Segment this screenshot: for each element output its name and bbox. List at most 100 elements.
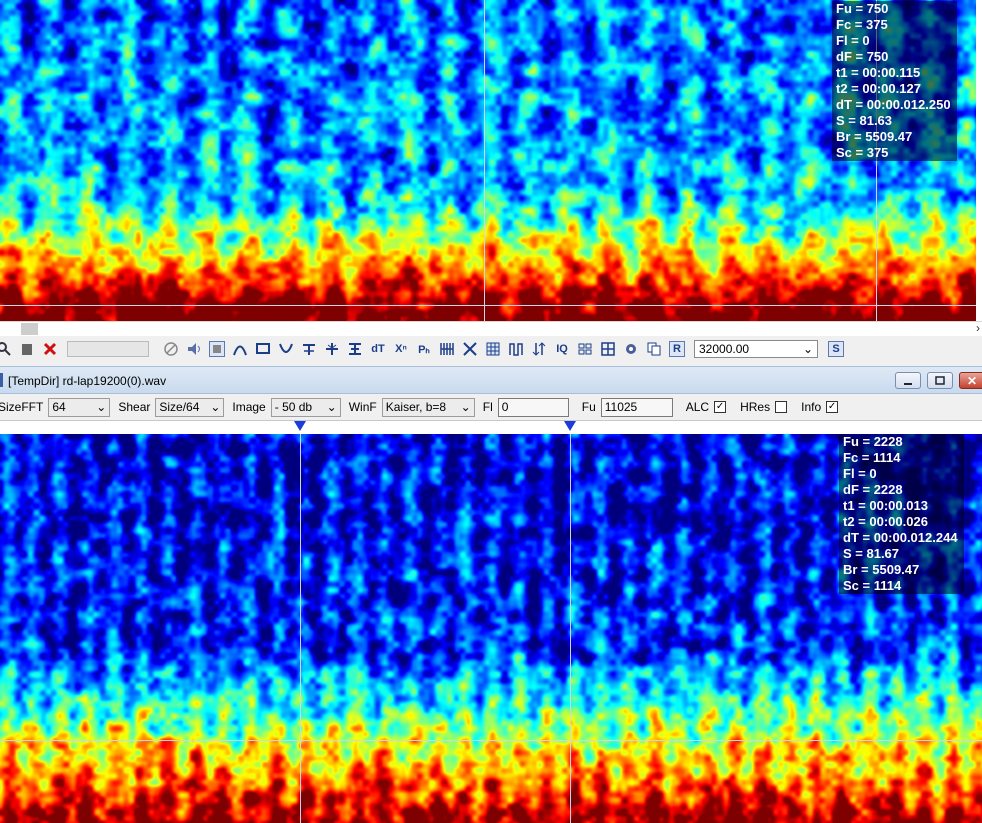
winf-value: Kaiser, b=8 — [385, 400, 447, 414]
no-icon[interactable] — [163, 341, 179, 357]
s-button[interactable]: S — [828, 341, 844, 357]
hres-checkbox[interactable] — [775, 401, 788, 413]
chevron-down-icon: ⌄ — [210, 400, 221, 414]
scrollbar-thumb[interactable] — [21, 323, 38, 335]
ph-icon[interactable]: Pₕ — [416, 341, 432, 357]
info-s: S = 81.67 — [843, 546, 900, 561]
arc-icon[interactable] — [232, 341, 248, 357]
info-label: Info — [801, 400, 822, 414]
fl-input[interactable]: 0 — [497, 397, 569, 417]
top-cursor-line-1[interactable] — [484, 0, 485, 321]
info-sc: Sc = 1114 — [843, 578, 902, 593]
alc-checkbox[interactable]: ✓ — [714, 401, 727, 413]
scroll-right-icon[interactable]: › — [976, 321, 980, 335]
info-dt: dT = 00:00.012.250 — [836, 97, 951, 112]
bottom-cursor-line-1[interactable] — [300, 434, 301, 823]
copy-icon[interactable] — [646, 341, 662, 357]
image-label: Image — [232, 400, 266, 414]
fl-label: Fl — [482, 400, 493, 414]
settings-icon[interactable] — [623, 341, 639, 357]
horizontal-scrollbar[interactable]: › — [0, 321, 982, 336]
close-button[interactable]: ✕ — [959, 372, 982, 389]
shear-label: Shear — [118, 400, 151, 414]
top-info-overlay: Fu = 750 Fc = 375 Fl = 0 dF = 750 t1 = 0… — [832, 1, 957, 161]
zoom-out-t-icon[interactable] — [324, 341, 340, 357]
info-fl: Fl = 0 — [836, 33, 870, 48]
bottom-horizontal-cursor[interactable] — [0, 740, 982, 741]
info-fc: Fc = 1114 — [843, 450, 901, 465]
chevron-down-icon: ⌄ — [96, 400, 107, 414]
fu-label: Fu — [581, 400, 596, 414]
bottom-info-overlay: Fu = 2228 Fc = 1114 Fl = 0 dF = 2228 t1 … — [839, 434, 964, 594]
info-df: dF = 750 — [836, 49, 889, 64]
shear-select[interactable]: Size/64 ⌄ — [155, 397, 225, 417]
info-br: Br = 5509.47 — [836, 129, 913, 144]
stop-icon[interactable] — [209, 341, 225, 357]
maximize-button[interactable] — [927, 372, 953, 389]
window-title: [TempDir] rd-lap19200(0).wav — [8, 374, 167, 388]
info-dt: dT = 00:00.012.244 — [843, 530, 958, 545]
child-window-titlebar[interactable]: [TempDir] rd-lap19200(0).wav ✕ — [0, 366, 982, 394]
info-df: dF = 2228 — [843, 482, 903, 497]
winf-select[interactable]: Kaiser, b=8 ⌄ — [381, 397, 475, 417]
xn-icon[interactable]: Xⁿ — [393, 341, 409, 357]
minimize-button[interactable] — [895, 372, 921, 389]
image-select[interactable]: - 50 db ⌄ — [270, 397, 341, 417]
hres-label: HRes — [740, 400, 771, 414]
chevron-down-icon: ⌄ — [802, 342, 813, 356]
info-br: Br = 5509.47 — [843, 562, 920, 577]
app-icon — [0, 373, 3, 387]
top-spectrogram[interactable]: Fu = 750 Fc = 375 Fl = 0 dF = 750 t1 = 0… — [0, 0, 976, 321]
close-icon: ✕ — [966, 373, 978, 388]
shear-value: Size/64 — [159, 400, 200, 414]
info-fu: Fu = 2228 — [843, 434, 903, 449]
sample-rate-combo[interactable]: 32000.00 ⌄ — [694, 340, 818, 358]
delete-icon[interactable] — [19, 341, 35, 357]
cross-icon[interactable] — [462, 341, 478, 357]
info-sc: Sc = 375 — [836, 145, 889, 160]
iq-icon[interactable]: IQ — [554, 341, 570, 357]
minimize-icon — [904, 382, 912, 385]
filter-icon[interactable] — [531, 341, 547, 357]
info-t2: t2 = 00:00.127 — [836, 81, 921, 96]
marker-t1-icon[interactable] — [294, 421, 306, 431]
marker-t2-icon[interactable] — [564, 421, 576, 431]
top-vertical-scrollbar[interactable] — [976, 0, 982, 321]
parameter-bar: SizeFFT 64 ⌄ Shear Size/64 ⌄ Image - 50 db… — [0, 394, 982, 421]
info-t2: t2 = 00:00.026 — [843, 514, 928, 529]
pattern-icon[interactable] — [577, 341, 593, 357]
search-icon[interactable] — [0, 341, 12, 357]
bottom-spectrogram[interactable]: Fu = 2228 Fc = 1114 Fl = 0 dF = 2228 t1 … — [0, 434, 982, 823]
info-s: S = 81.63 — [836, 113, 893, 128]
bottom-spectrogram-canvas[interactable] — [0, 434, 982, 823]
r-button[interactable]: R — [669, 341, 685, 357]
pulse-icon[interactable] — [508, 341, 524, 357]
info-fc: Fc = 375 — [836, 17, 888, 32]
top-horizontal-cursor[interactable] — [0, 305, 976, 306]
image-value: - 50 db — [274, 400, 313, 414]
fit-icon[interactable] — [347, 341, 363, 357]
info-checkbox[interactable]: ✓ — [826, 401, 839, 413]
maximize-icon — [935, 375, 945, 385]
bottom-cursor-line-2[interactable] — [570, 434, 571, 823]
pattern2-icon[interactable] — [600, 341, 616, 357]
sizefft-label: SizeFFT — [0, 400, 44, 414]
info-fu: Fu = 750 — [836, 1, 889, 16]
alc-label: ALC — [685, 400, 710, 414]
speaker-icon[interactable] — [186, 341, 202, 357]
progress-bar — [67, 341, 149, 357]
top-spectrogram-canvas[interactable] — [0, 0, 976, 321]
chevron-down-icon: ⌄ — [326, 400, 337, 414]
dt-icon[interactable]: dT — [370, 341, 386, 357]
main-toolbar: dT Xⁿ Pₕ IQ R 32000.00 ⌄ S — [0, 336, 982, 362]
rect-icon[interactable] — [255, 341, 271, 357]
comb-icon[interactable] — [439, 341, 455, 357]
zoom-in-t-icon[interactable] — [301, 341, 317, 357]
grid-icon[interactable] — [485, 341, 501, 357]
marker-ruler[interactable] — [0, 421, 982, 434]
sizefft-select[interactable]: 64 ⌄ — [48, 397, 111, 417]
fu-input[interactable]: 11025 — [600, 397, 673, 417]
valley-icon[interactable] — [278, 341, 294, 357]
cancel-icon[interactable] — [42, 341, 58, 357]
winf-label: WinF — [348, 400, 377, 414]
